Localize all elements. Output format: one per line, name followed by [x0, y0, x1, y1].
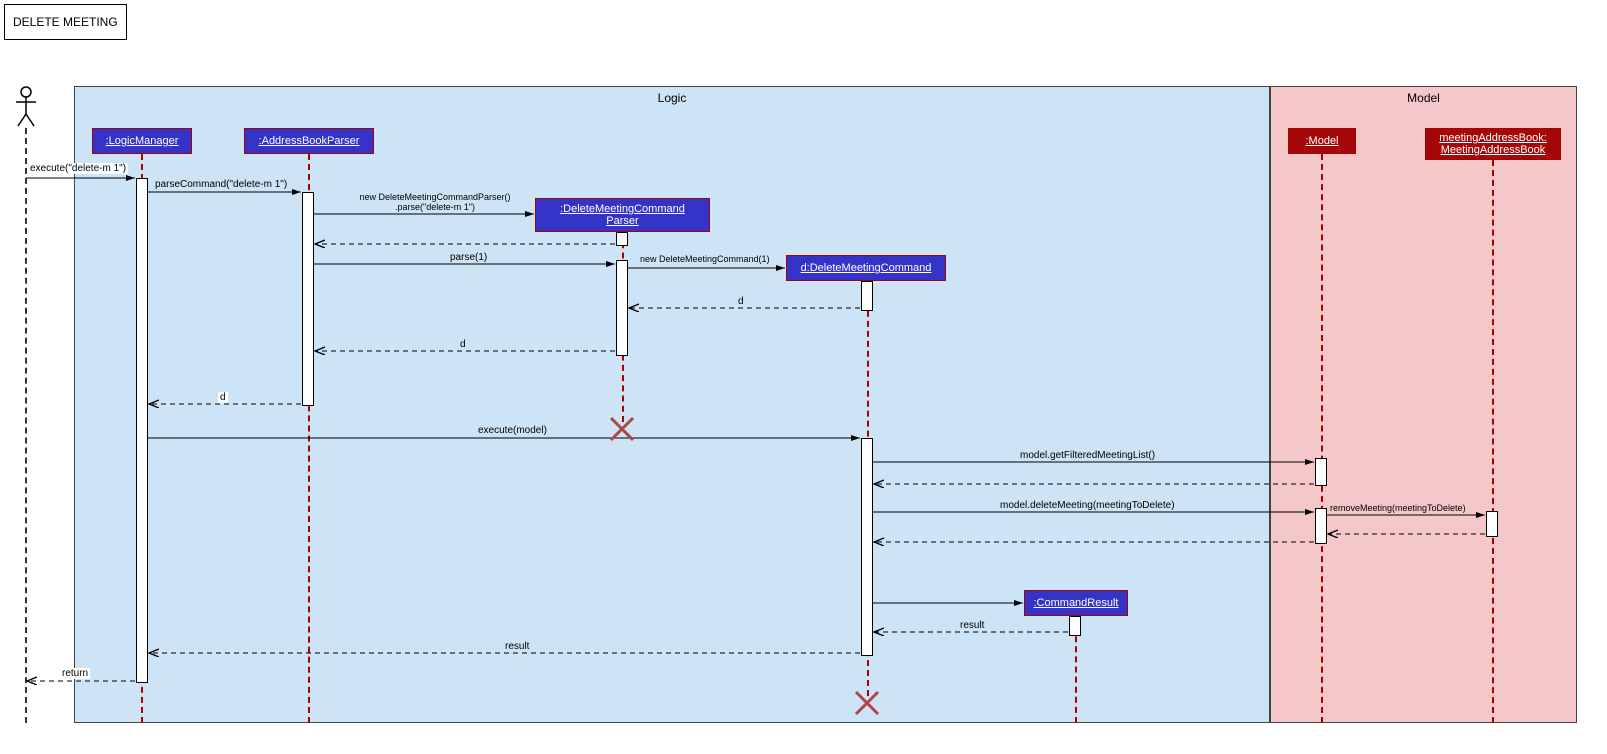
dmcp-activation-2	[616, 260, 628, 356]
dmc-activation-1	[861, 281, 873, 311]
msg-execute-model: execute(model)	[478, 425, 547, 436]
model-frame-label: Model	[1271, 91, 1576, 105]
model-lifeline	[1321, 154, 1323, 723]
address-book-parser-object: :AddressBookParser	[244, 128, 374, 154]
model-object: :Model	[1288, 128, 1356, 154]
msg-new-delete-cmd: new DeleteMeetingCommand(1)	[640, 254, 770, 264]
msg-return: return	[60, 668, 90, 679]
actor-lifeline	[25, 128, 27, 723]
cr-activation	[1069, 616, 1081, 636]
mab-activation	[1486, 511, 1498, 537]
msg-get-filtered: model.getFilteredMeetingList()	[1020, 450, 1155, 461]
msg-d2: d	[460, 339, 466, 350]
model-activation-1	[1315, 458, 1327, 486]
dmc-activation-2	[861, 438, 873, 656]
delete-meeting-cmd-object: d:DeleteMeetingCommand	[786, 255, 946, 281]
delete-meeting-cmd-parser-object: :DeleteMeetingCommand Parser	[535, 198, 710, 232]
diagram-title: DELETE MEETING	[4, 4, 127, 40]
msg-result1: result	[960, 620, 984, 631]
msg-new-parser: new DeleteMeetingCommandParser() .parse(…	[345, 192, 525, 212]
msg-execute: execute("delete-m 1")	[28, 163, 128, 174]
msg-result2: result	[505, 641, 529, 652]
model-activation-2	[1315, 508, 1327, 544]
mab-lifeline	[1492, 160, 1494, 723]
msg-d3: d	[218, 392, 228, 403]
meeting-address-book-object: meetingAddressBook: MeetingAddressBook	[1425, 128, 1561, 160]
command-result-object: :CommandResult	[1024, 590, 1128, 616]
msg-d1: d	[738, 296, 744, 307]
msg-delete-meeting: model.deleteMeeting(meetingToDelete)	[1000, 500, 1175, 511]
logic-manager-activation	[136, 178, 148, 683]
model-frame: Model	[1270, 86, 1577, 723]
dmcp-activation-1	[616, 232, 628, 246]
msg-parse-command: parseCommand("delete-m 1")	[155, 179, 287, 190]
msg-remove-meeting: removeMeeting(meetingToDelete)	[1330, 503, 1466, 513]
actor-icon	[14, 86, 38, 128]
msg-parse1: parse(1)	[450, 252, 487, 263]
abp-activation	[302, 192, 314, 406]
logic-frame-label: Logic	[75, 91, 1269, 105]
sequence-diagram: DELETE MEETING Logic Model :LogicManager…	[0, 0, 1607, 754]
logic-manager-object: :LogicManager	[92, 128, 192, 154]
